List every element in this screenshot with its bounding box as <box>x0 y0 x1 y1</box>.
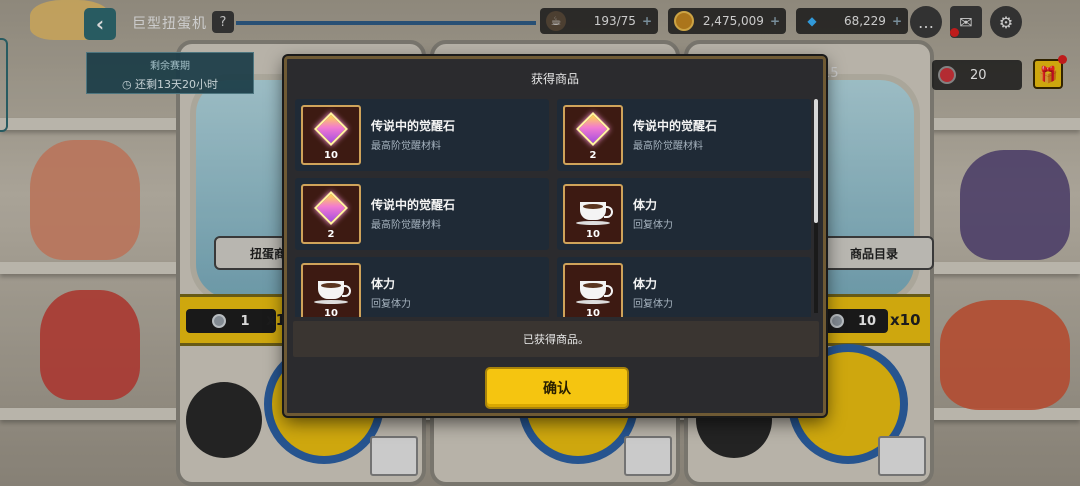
item-quantity: 2 <box>589 150 597 161</box>
item-name: 传说中的觉醒石 <box>371 119 456 133</box>
item-name: 传说中的觉醒石 <box>633 119 718 133</box>
reward-item[interactable]: 2 传说中的觉醒石 最高阶觉醒材料 <box>295 178 549 250</box>
item-description: 最高阶觉醒材料 <box>633 141 703 152</box>
item-name: 体力 <box>633 277 658 291</box>
item-name: 体力 <box>633 198 658 212</box>
item-quantity: 10 <box>324 308 338 317</box>
reward-item[interactable]: 10 传说中的觉醒石 最高阶觉醒材料 <box>295 99 549 171</box>
item-thumbnail: 10 <box>301 263 361 317</box>
confirm-button[interactable]: 确认 <box>485 367 629 409</box>
item-thumbnail: 10 <box>563 184 623 244</box>
item-thumbnail: 2 <box>301 184 361 244</box>
item-name: 传说中的觉醒石 <box>371 198 456 212</box>
item-quantity: 10 <box>324 150 338 161</box>
coffee-cup-icon <box>318 281 351 299</box>
item-description: 回复体力 <box>633 299 673 310</box>
item-thumbnail: 10 <box>563 263 623 317</box>
item-description: 回复体力 <box>371 299 411 310</box>
scrollbar-thumb[interactable] <box>814 99 818 223</box>
obtained-message: 已获得商品。 <box>293 321 819 357</box>
item-description: 最高阶觉醒材料 <box>371 141 441 152</box>
awakening-stone-icon <box>576 112 610 146</box>
item-thumbnail: 2 <box>563 105 623 165</box>
coffee-cup-icon <box>580 281 613 299</box>
item-quantity: 10 <box>586 308 600 317</box>
item-description: 最高阶觉醒材料 <box>371 220 441 231</box>
item-name: 体力 <box>371 277 396 291</box>
item-quantity: 2 <box>327 229 335 240</box>
coffee-cup-icon <box>580 202 613 220</box>
reward-item[interactable]: 2 传说中的觉醒石 最高阶觉醒材料 <box>557 99 811 171</box>
item-description: 回复体力 <box>633 220 673 231</box>
awakening-stone-icon <box>314 112 348 146</box>
dialog-title: 获得商品 <box>530 72 579 86</box>
item-quantity: 10 <box>586 229 600 240</box>
item-thumbnail: 10 <box>301 105 361 165</box>
reward-item[interactable]: 10 体力 回复体力 <box>295 257 549 317</box>
awakening-stone-icon <box>314 191 348 225</box>
reward-list[interactable]: 10 传说中的觉醒石 最高阶觉醒材料 2 传说中的觉醒石 最高阶觉醒材料 2 传… <box>293 95 819 317</box>
reward-item[interactable]: 10 体力 回复体力 <box>557 178 811 250</box>
reward-item[interactable]: 10 体力 回复体力 <box>557 257 811 317</box>
rewards-dialog: 获得商品 10 传说中的觉醒石 最高阶觉醒材料 2 传说中的觉醒石 最高阶觉醒材… <box>284 56 826 416</box>
